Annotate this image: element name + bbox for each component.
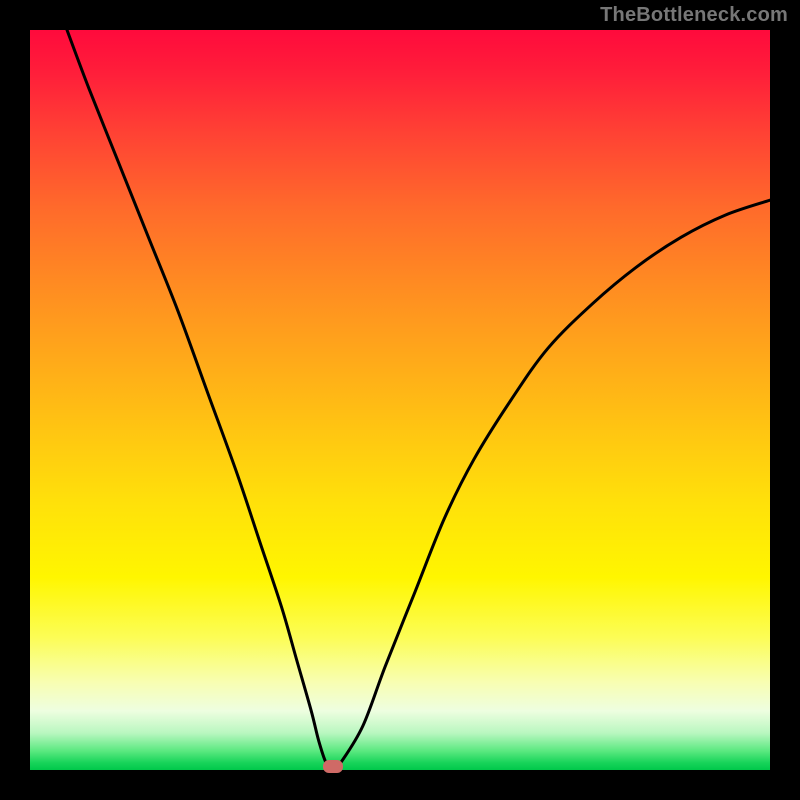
chart-frame: TheBottleneck.com	[0, 0, 800, 800]
watermark-text: TheBottleneck.com	[600, 4, 788, 27]
bottleneck-curve	[30, 30, 770, 770]
optimal-marker	[323, 760, 343, 773]
